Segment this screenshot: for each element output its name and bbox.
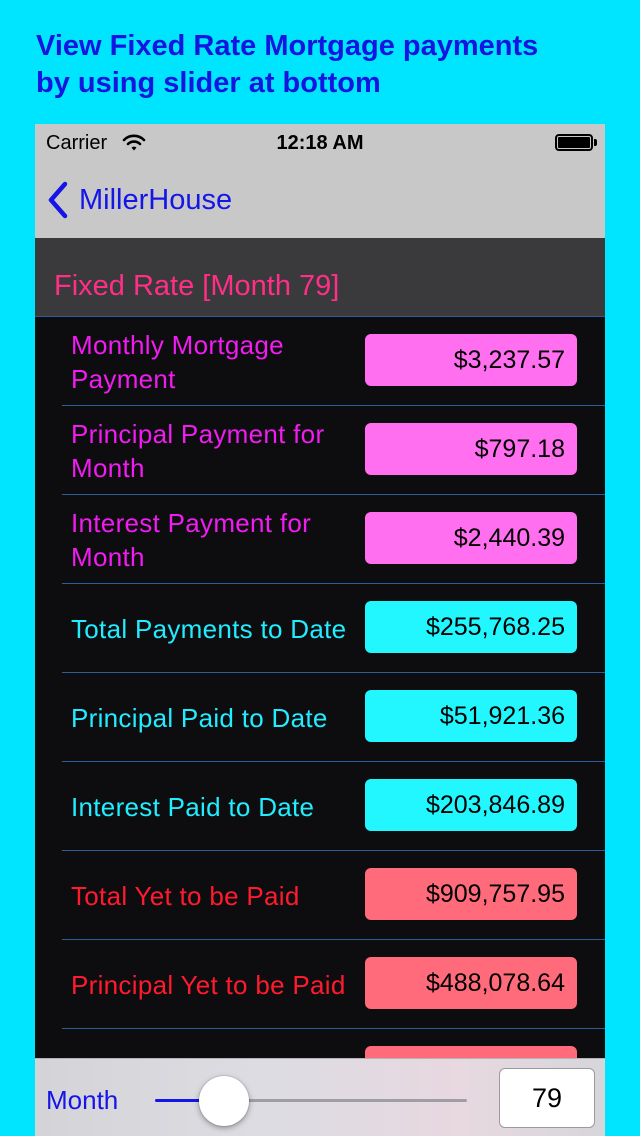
table-row: Interest Payment for Month $2,440.39 [35,495,605,584]
row-label: Interest Payment for Month [71,507,312,572]
row-label: Principal Yet to be Paid [71,969,346,1000]
battery-icon [555,134,593,151]
row-label: Principal Paid to Date [71,702,328,733]
navigation-bar: MillerHouse [35,164,605,239]
month-label: Month [46,1085,119,1115]
back-button[interactable]: MillerHouse [47,180,232,220]
chevron-left-icon [48,181,68,219]
caption-line-2: by using slider at bottom [36,67,381,99]
slider-thumb[interactable] [198,1076,249,1126]
table-row: Interest Paid to Date $203,846.89 [35,762,605,851]
row-value-field: $51,921.36 [365,690,577,742]
status-time: 12:18 AM [276,132,364,154]
row-label: Principal Payment for Month [71,418,325,483]
row-label: Total Payments to Date [71,613,347,644]
row-label: Monthly Mortgage Payment [71,329,284,394]
row-value-field: $797.18 [365,423,577,475]
row-value-field: $488,078.64 [365,957,577,1009]
row-label: Total Yet to be Paid [71,880,300,911]
instruction-caption: View Fixed Rate Mortgage payments by usi… [36,28,626,102]
bottom-toolbar: Month 79 [35,1058,605,1136]
phone-screen: Carrier 12:18 AM MillerHouse Fixed Rate … [35,124,605,1136]
slider-track-empty [223,1099,467,1102]
table-row: Total Payments to Date $255,768.25 [35,584,605,673]
battery-tip [594,139,597,146]
table-row: Principal Yet to be Paid $488,078.64 [35,940,605,1029]
row-value-field: $255,768.25 [365,601,577,653]
month-value-field[interactable]: 79 [499,1068,595,1128]
section-title: Fixed Rate [Month 79] [54,270,340,302]
table-row: Principal Paid to Date $51,921.36 [35,673,605,762]
caption-line-1: View Fixed Rate Mortgage payments [36,30,539,62]
table-row: Monthly Mortgage Payment $3,237.57 [35,317,605,406]
row-label: Interest Paid to Date [71,791,315,822]
status-bar: Carrier 12:18 AM [35,124,605,164]
section-header: Fixed Rate [Month 79] [35,238,605,317]
row-value-field: $3,237.57 [365,334,577,386]
table-row: Total Yet to be Paid $909,757.95 [35,851,605,940]
table-row: Principal Payment for Month $797.18 [35,406,605,495]
back-button-label: MillerHouse [79,183,233,216]
row-value-field: $203,846.89 [365,779,577,831]
payment-table: Monthly Mortgage Payment $3,237.57 Princip… [35,317,605,1118]
row-value-field: $909,757.95 [365,868,577,920]
row-value-field: $2,440.39 [365,512,577,564]
